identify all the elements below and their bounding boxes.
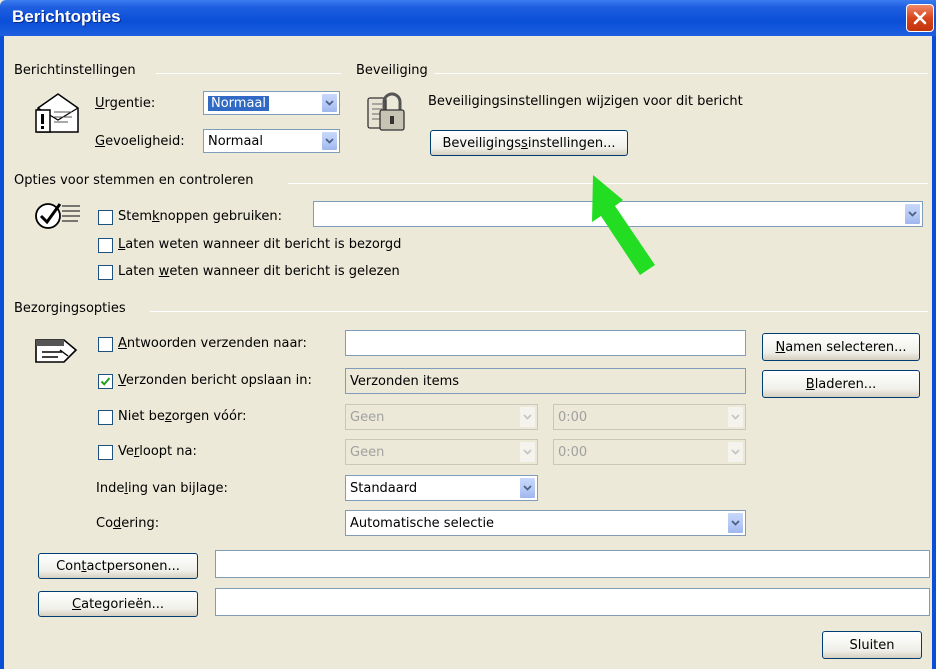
chevron-down-icon[interactable]: [321, 93, 338, 113]
window-title: Berichtopties: [12, 7, 121, 26]
select-names-label: Namen selecteren...: [775, 339, 907, 355]
delivery-receipt-label: Laten weten wanneer dit bericht is bezor…: [118, 237, 402, 252]
close-button-label: Sluiten: [849, 637, 895, 653]
replies-to-input[interactable]: [345, 330, 746, 356]
chevron-down-icon[interactable]: [727, 512, 744, 534]
chevron-down-icon[interactable]: [519, 406, 536, 428]
save-sent-checkbox[interactable]: [98, 374, 113, 389]
section-divider: [156, 73, 341, 74]
chevron-down-icon[interactable]: [519, 477, 536, 499]
encoding-label: Codering:: [96, 516, 160, 531]
chevron-down-icon[interactable]: [321, 131, 338, 151]
categories-button[interactable]: Categorieën...: [38, 591, 198, 617]
urgency-label: Urgentie:: [95, 96, 156, 111]
security-settings-button[interactable]: Beveiligingssinstellingen...: [430, 130, 628, 156]
title-bar[interactable]: Berichtopties: [0, 0, 936, 36]
attachment-format-select[interactable]: Standaard: [345, 475, 538, 501]
not-before-date-select[interactable]: Geen: [345, 404, 538, 430]
chevron-down-icon[interactable]: [727, 406, 744, 428]
message-options-dialog: Berichtopties Berichtinstellingen Urgent…: [0, 0, 936, 669]
categories-label: Categorieën...: [72, 596, 164, 612]
read-receipt-checkbox[interactable]: [98, 265, 113, 280]
security-description: Beveiligingsinstellingen wijzigen voor d…: [428, 94, 743, 109]
annotation-arrow-icon: [592, 175, 655, 275]
contacts-label: Contactpersonen...: [56, 558, 180, 574]
expires-after-checkbox[interactable]: [98, 445, 113, 460]
read-receipt-label: Laten weten wanneer dit bericht is gelez…: [118, 264, 400, 279]
encoding-select[interactable]: Automatische selectie: [345, 510, 746, 536]
expires-after-label: Verloopt na:: [118, 444, 197, 459]
window-border-left: [0, 36, 4, 669]
section-divider: [150, 311, 928, 312]
sensitivity-value: Normaal: [208, 133, 264, 149]
select-names-button[interactable]: Namen selecteren...: [762, 333, 920, 361]
urgency-value: Normaal: [208, 95, 270, 111]
use-voting-buttons-checkbox[interactable]: [98, 210, 113, 225]
save-sent-label: Verzonden bericht opslaan in:: [118, 373, 312, 388]
sensitivity-label: Gevoeligheid:: [95, 134, 185, 149]
delivery-heading: Bezorgingsopties: [14, 301, 126, 316]
save-sent-folder-value: Verzonden items: [350, 373, 460, 389]
expires-time-select[interactable]: 0:00: [553, 439, 746, 465]
message-settings-heading: Berichtinstellingen: [14, 63, 136, 78]
browse-button[interactable]: Bladeren...: [762, 370, 920, 398]
close-button[interactable]: Sluiten: [822, 631, 922, 659]
sensitivity-select[interactable]: Normaal: [203, 129, 340, 153]
security-heading: Beveiliging: [356, 63, 428, 78]
save-sent-folder-field: Verzonden items: [345, 368, 746, 394]
voting-heading: Opties voor stemmen en controleren: [14, 173, 254, 188]
attachment-format-value: Standaard: [350, 480, 418, 496]
close-icon[interactable]: [906, 4, 934, 32]
browse-label: Bladeren...: [805, 376, 877, 392]
chevron-down-icon[interactable]: [727, 441, 744, 463]
encoding-value: Automatische selectie: [350, 515, 495, 531]
categories-input[interactable]: [215, 588, 930, 616]
do-not-deliver-before-label: Niet bezorgen vóór:: [118, 409, 247, 424]
delivery-hand-icon: [34, 332, 80, 370]
security-lock-icon: [366, 90, 410, 140]
contacts-button[interactable]: Contactpersonen...: [38, 553, 198, 579]
not-before-time-value: 0:00: [558, 409, 588, 425]
use-voting-buttons-label: Stemknoppen gebruiken:: [118, 209, 282, 224]
expires-date-select[interactable]: Geen: [345, 439, 538, 465]
expires-time-value: 0:00: [558, 444, 588, 460]
voting-checkmark-icon: [34, 198, 84, 236]
delivery-receipt-checkbox[interactable]: [98, 238, 113, 253]
replies-to-checkbox[interactable]: [98, 337, 113, 352]
not-before-time-select[interactable]: 0:00: [553, 404, 746, 430]
checkmark-icon: [100, 377, 111, 386]
section-divider: [434, 73, 928, 74]
window-border-right: [932, 36, 936, 669]
message-envelope-icon: [34, 90, 82, 140]
chevron-down-icon[interactable]: [519, 441, 536, 463]
not-before-date-value: Geen: [350, 409, 385, 425]
chevron-down-icon[interactable]: [904, 203, 921, 225]
do-not-deliver-before-checkbox[interactable]: [98, 410, 113, 425]
security-settings-label: Beveiligingssinstellingen...: [442, 135, 616, 151]
attachment-format-label: Indeling van bijlage:: [96, 481, 228, 496]
urgency-select[interactable]: Normaal: [203, 91, 340, 115]
expires-date-value: Geen: [350, 444, 385, 460]
contacts-input[interactable]: [215, 550, 930, 578]
replies-to-label: Antwoorden verzenden naar:: [118, 336, 307, 351]
